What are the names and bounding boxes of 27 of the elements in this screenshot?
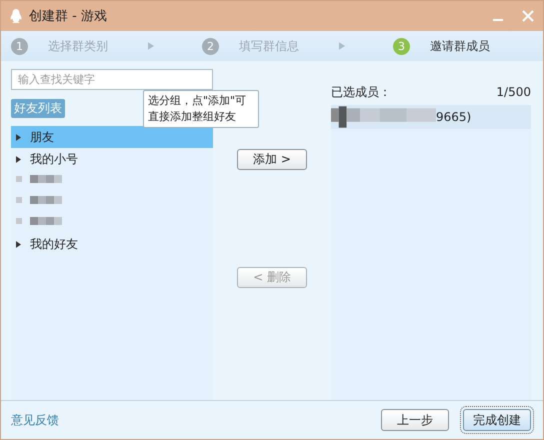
arrow-icon <box>339 42 345 50</box>
step-label: 选择群类别 <box>48 38 108 54</box>
arrow-icon <box>148 42 154 50</box>
step-number: 1 <box>11 38 28 54</box>
finish-button[interactable]: 完成创建 <box>463 409 531 431</box>
expand-icon <box>16 134 21 140</box>
friend-list-tag: 好友列表 <box>11 98 65 118</box>
feedback-link[interactable]: 意见反馈 <box>11 412 59 428</box>
selected-members-label: 已选成员： <box>331 84 391 100</box>
expand-icon <box>16 240 21 248</box>
close-icon[interactable] <box>521 9 535 23</box>
add-button[interactable]: 添加 > <box>237 149 307 170</box>
expand-icon <box>16 156 21 162</box>
window-title: 创建群 - 游戏 <box>29 8 107 25</box>
group-item[interactable]: 我的小号 <box>11 148 213 170</box>
member-name[interactable]: 9665) <box>436 110 472 124</box>
group-item[interactable]: 朋友 <box>11 126 213 148</box>
back-button[interactable]: 上一步 <box>381 409 449 431</box>
tooltip: 选分组，点"添加"可直接添加整组好友 <box>143 90 259 128</box>
step-label: 填写群信息 <box>239 38 299 54</box>
penguin-icon <box>9 8 23 24</box>
step-number: 2 <box>202 38 219 54</box>
member-count: 1/500 <box>496 85 531 99</box>
step-number: 3 <box>393 38 410 54</box>
step-label: 邀请群成员 <box>430 38 490 54</box>
search-field[interactable]: 输入查找关键字 <box>11 69 213 90</box>
group-item[interactable]: 我的好友 <box>11 233 213 255</box>
